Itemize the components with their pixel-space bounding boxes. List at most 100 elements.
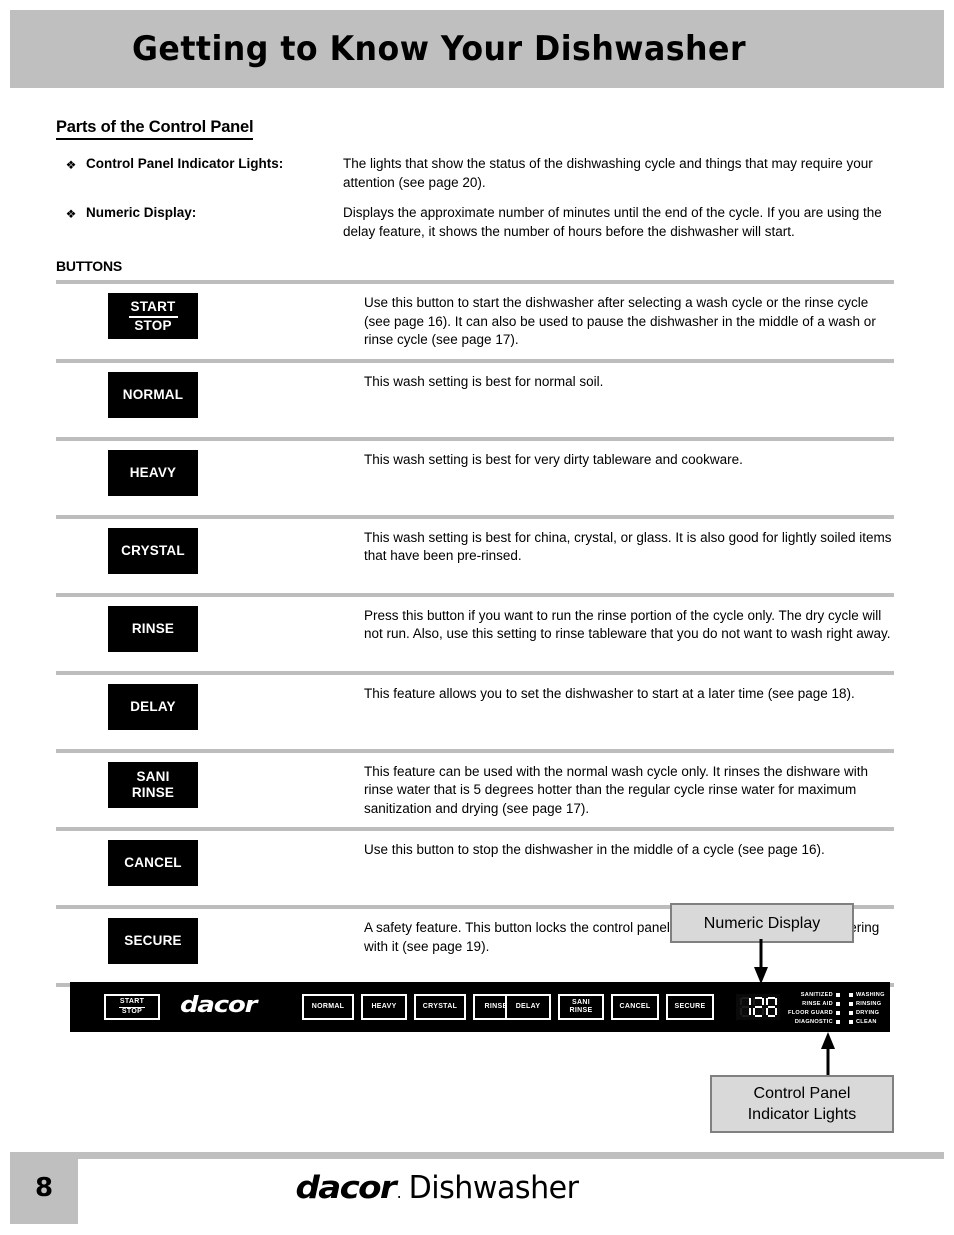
button-description: This feature can be used with the normal…: [364, 763, 868, 816]
definition-term: Numeric Display:: [86, 205, 197, 220]
panel-key-heavy[interactable]: HEAVY: [361, 994, 407, 1020]
button-key-cell: DELAY: [56, 683, 364, 730]
led-icon: [848, 1020, 853, 1024]
table-row: CRYSTAL This wash setting is best for ch…: [56, 519, 894, 593]
footer-brand-name: dacor: [295, 1170, 396, 1206]
panel-key-label: HEAVY: [371, 1002, 397, 1010]
diamond-bullet-icon: ❖: [65, 158, 77, 172]
button-description: Use this button to start the dishwasher …: [364, 295, 876, 347]
key-label-line1: CANCEL: [124, 855, 182, 870]
panel-key-delay[interactable]: DELAY: [505, 994, 551, 1020]
page-number: 8: [10, 1152, 78, 1224]
key-label-line1: RINSE: [131, 620, 175, 636]
section-title: Parts of the Control Panel: [56, 118, 254, 140]
table-row: START STOP Use this button to start the …: [56, 284, 894, 359]
page-title: Getting to Know Your Dishwasher: [132, 29, 747, 69]
definition-description: The lights that show the status of the d…: [343, 156, 873, 190]
indicator-lights-group: SANITIZED RINSE AID FLOOR GUARD DIAGNOST…: [788, 991, 885, 1026]
panel-key-label-line1: SANI: [572, 998, 590, 1006]
indicator-drying: DRYING: [848, 1009, 885, 1017]
numeric-display: [736, 994, 780, 1020]
table-row: CANCEL Use this button to stop the dishw…: [56, 831, 894, 905]
callout-label-line1: Control Panel: [753, 1085, 851, 1102]
panel-key-secure[interactable]: SECURE: [666, 994, 714, 1020]
button-key-cell: HEAVY: [56, 449, 364, 496]
display-digit: [739, 997, 751, 1017]
button-key-cell: NORMAL: [56, 371, 364, 418]
panel-key-normal[interactable]: NORMAL: [302, 994, 354, 1020]
indicator-label: DRYING: [855, 1010, 880, 1016]
key-normal[interactable]: NORMAL: [108, 371, 198, 418]
indicator-clean: CLEAN: [848, 1018, 885, 1026]
button-description: This feature allows you to set the dishw…: [364, 685, 855, 701]
led-icon: [835, 993, 840, 997]
key-heavy[interactable]: HEAVY: [108, 449, 198, 496]
indicator-rinse-aid: RINSE AID: [788, 1000, 840, 1008]
arrow-down-to-display-icon: [751, 939, 771, 985]
control-panel-diagram: START STOP dacor NORMAL HEAVY CRYSTAL RI…: [70, 982, 890, 1032]
key-sani-rinse[interactable]: SANI RINSE: [108, 761, 198, 808]
button-key-cell: SECURE: [56, 918, 364, 964]
led-icon: [835, 1002, 840, 1006]
key-label-line1: DELAY: [130, 698, 176, 714]
indicator-label: DIAGNOSTIC: [794, 1019, 833, 1025]
key-secure[interactable]: SECURE: [108, 918, 198, 964]
indicator-floor-guard: FLOOR GUARD: [788, 1009, 840, 1017]
button-description: This wash setting is best for china, cry…: [364, 529, 892, 564]
key-cancel[interactable]: CANCEL: [108, 840, 198, 886]
key-delay[interactable]: DELAY: [108, 683, 198, 730]
footer-product-name: Dishwasher: [408, 1170, 579, 1206]
key-label-line1: START: [128, 299, 178, 318]
button-description: Use this button to stop the dishwasher i…: [364, 842, 825, 857]
panel-key-label-line1: START: [118, 998, 146, 1008]
panel-key-start-stop[interactable]: START STOP: [104, 994, 160, 1020]
button-key-cell: CRYSTAL: [56, 527, 364, 574]
panel-key-label: DELAY: [515, 1002, 541, 1010]
led-icon: [835, 1011, 840, 1015]
panel-key-label: CRYSTAL: [422, 1002, 458, 1010]
buttons-table: START STOP Use this button to start the …: [56, 280, 894, 987]
indicator-washing: WASHING: [848, 991, 885, 999]
key-label-line1: HEAVY: [129, 464, 177, 480]
key-start-stop[interactable]: START STOP: [108, 293, 198, 339]
key-label-line1: NORMAL: [122, 386, 184, 402]
callout-numeric-display: Numeric Display: [670, 903, 854, 943]
led-icon: [848, 1011, 853, 1015]
indicator-label: RINSE AID: [802, 1001, 833, 1007]
table-row: NORMAL This wash setting is best for nor…: [56, 363, 894, 437]
indicator-sanitized: SANITIZED: [788, 991, 840, 999]
indicator-column-right: WASHING RINSING DRYING CLEAN: [848, 991, 885, 1026]
diamond-bullet-icon: ❖: [65, 207, 77, 221]
footer-brand: dacor . Dishwasher: [295, 1170, 581, 1206]
button-description: This wash setting is best for very dirty…: [364, 451, 743, 467]
definition-item-numeric-display: ❖ Numeric Display: Displays the approxim…: [56, 204, 894, 241]
panel-key-label: CANCEL: [619, 1002, 651, 1010]
key-rinse[interactable]: RINSE: [108, 605, 198, 652]
button-key-cell: RINSE: [56, 605, 364, 652]
callout-indicator-lights: Control Panel Indicator Lights: [710, 1075, 894, 1133]
key-crystal[interactable]: CRYSTAL: [108, 527, 198, 574]
indicator-label: CLEAN: [855, 1019, 877, 1025]
panel-key-label: NORMAL: [311, 1002, 345, 1010]
indicator-label: SANITIZED: [800, 992, 833, 998]
arrow-up-to-indicators-icon: [818, 1032, 838, 1076]
key-label-line1: CRYSTAL: [121, 542, 185, 558]
panel-key-label-line2: STOP: [121, 1007, 143, 1015]
button-description: Press this button if you want to run the…: [364, 607, 891, 642]
key-label-line1: SECURE: [124, 933, 182, 948]
key-label-line1: SANI: [136, 768, 170, 784]
panel-key-cancel[interactable]: CANCEL: [611, 994, 659, 1020]
led-icon: [835, 1020, 840, 1024]
indicator-label: FLOOR GUARD: [788, 1010, 833, 1016]
callout-label: Numeric Display: [703, 914, 821, 932]
indicator-rinsing: RINSING: [848, 1000, 885, 1008]
panel-key-sani-rinse[interactable]: SANI RINSE: [558, 994, 604, 1020]
button-key-cell: CANCEL: [56, 840, 364, 886]
led-icon: [848, 993, 853, 997]
page-content: Parts of the Control Panel ❖ Control Pan…: [56, 118, 894, 987]
panel-key-crystal[interactable]: CRYSTAL: [414, 994, 466, 1020]
indicator-label: WASHING: [855, 992, 885, 998]
definition-item-indicator-lights: ❖ Control Panel Indicator Lights: The li…: [56, 155, 894, 192]
page-header-banner: Getting to Know Your Dishwasher: [10, 10, 944, 88]
key-label-line2: STOP: [134, 317, 172, 333]
